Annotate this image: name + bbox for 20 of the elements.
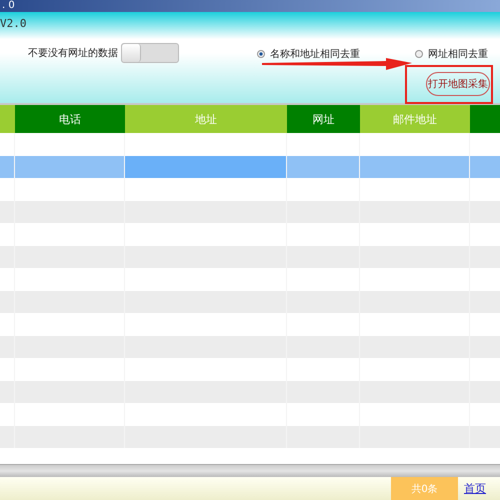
app-version: V2.0 [0, 17, 26, 30]
window-title: . 0 [2, 0, 15, 11]
radio-option[interactable]: 网址相同去重 [415, 47, 488, 61]
first-page-link[interactable]: 首页 [464, 477, 486, 500]
table-cell[interactable] [125, 156, 287, 178]
radio-button[interactable] [415, 50, 423, 58]
radio-button[interactable] [257, 50, 265, 58]
table-row[interactable] [0, 156, 500, 178]
column-header[interactable]: 电话 [15, 105, 125, 133]
column-header[interactable] [470, 105, 500, 133]
filter-label: 不要没有网址的数据 [28, 46, 118, 60]
radio-label: 名称和地址相同去重 [270, 48, 360, 61]
open-map-button[interactable]: 打开地图采集 [426, 72, 490, 96]
record-count: 共0条 [391, 477, 458, 500]
column-header[interactable] [0, 105, 15, 133]
horizontal-scrollbar[interactable] [0, 464, 500, 477]
column-header[interactable]: 网址 [287, 105, 360, 133]
radio-option[interactable]: 名称和地址相同去重 [257, 47, 360, 61]
toggle-switch[interactable] [121, 43, 179, 63]
radio-label: 网址相同去重 [428, 48, 488, 61]
